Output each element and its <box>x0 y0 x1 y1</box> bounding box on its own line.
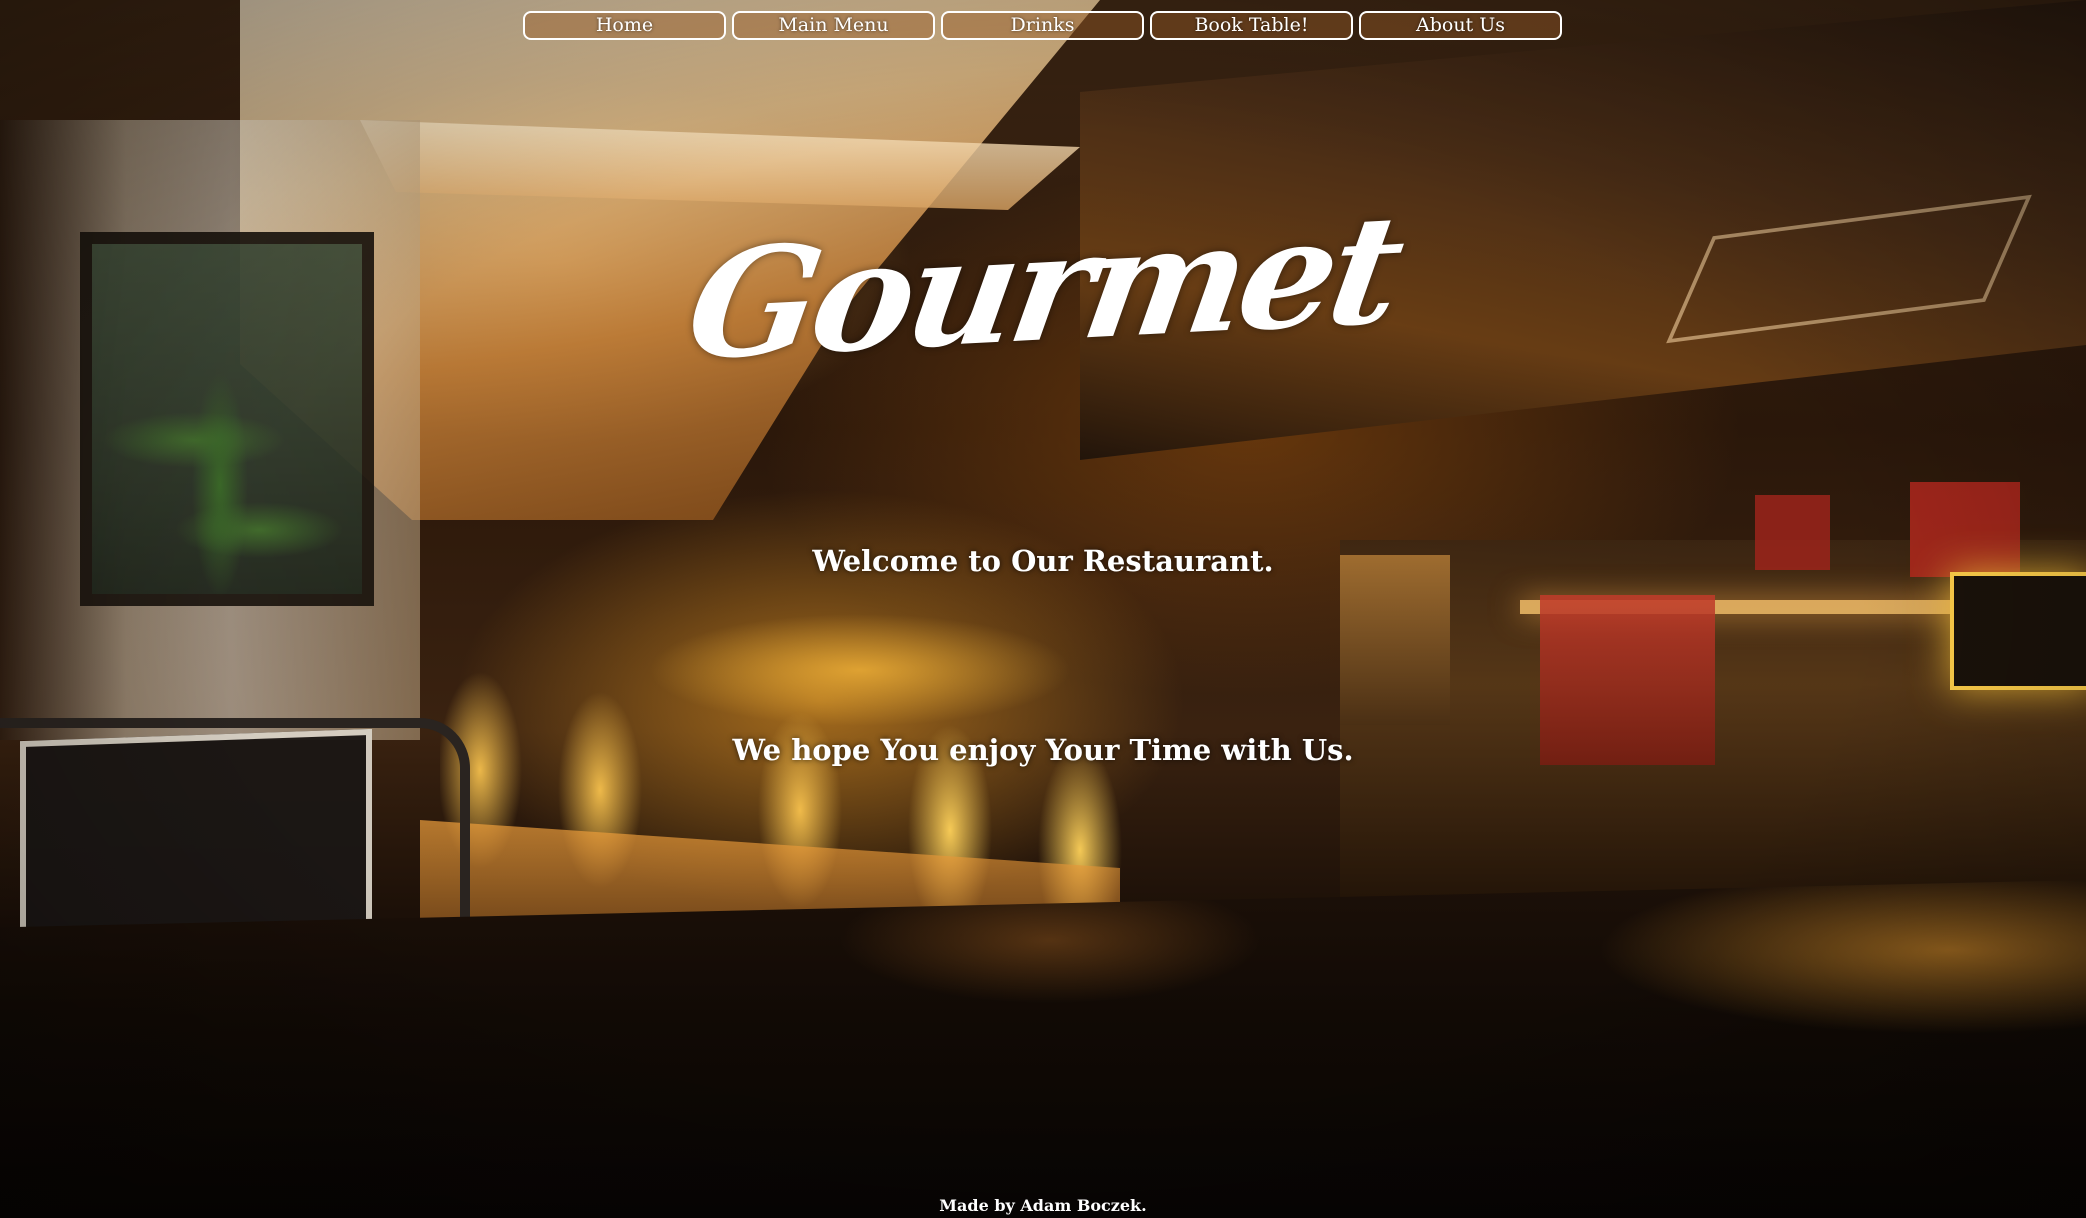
welcome-heading: Welcome to Our Restaurant. <box>812 544 1274 578</box>
tagline: We hope You enjoy Your Time with Us. <box>732 733 1354 767</box>
nav-about-us-button[interactable]: About Us <box>1359 11 1562 40</box>
nav-book-table-button[interactable]: Book Table! <box>1150 11 1353 40</box>
page: Home Main Menu Drinks Book Table! About … <box>0 0 2086 1218</box>
nav-drinks-button[interactable]: Drinks <box>941 11 1144 40</box>
nav-home-button[interactable]: Home <box>523 11 726 40</box>
main-nav: Home Main Menu Drinks Book Table! About … <box>523 11 1562 40</box>
nav-main-menu-button[interactable]: Main Menu <box>732 11 935 40</box>
footer-credit: Made by Adam Boczek. <box>939 1196 1147 1215</box>
